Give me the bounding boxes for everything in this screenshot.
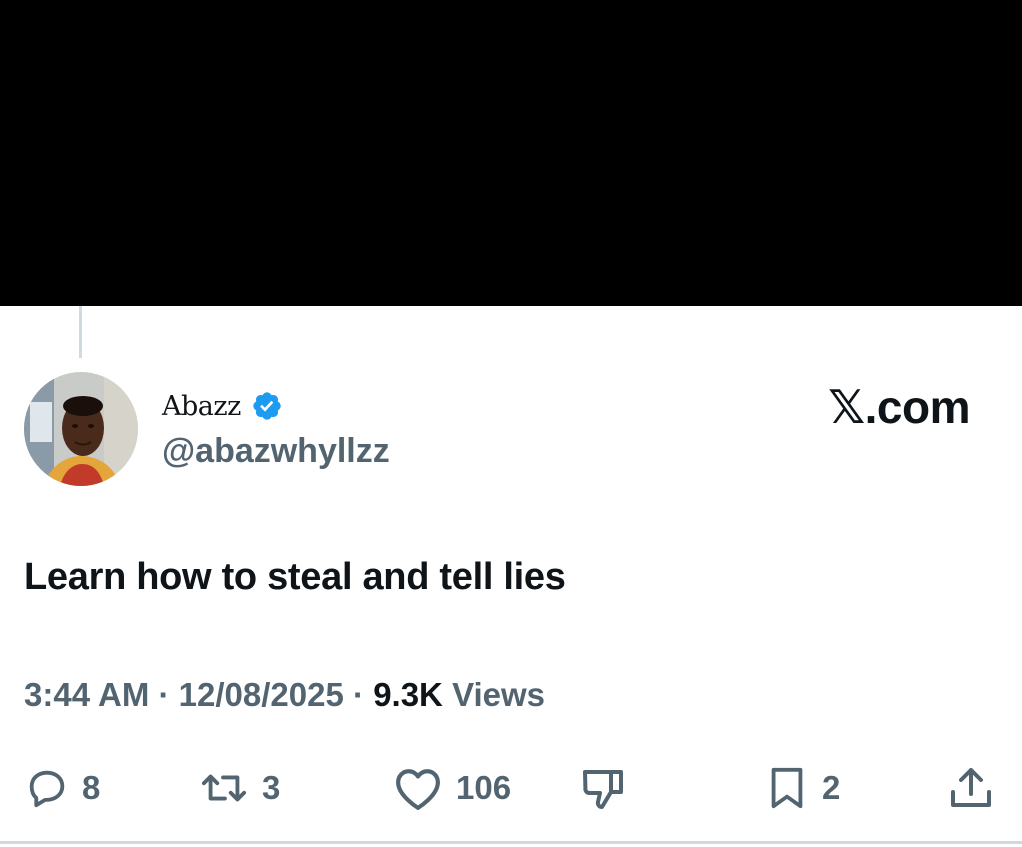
tweet-time[interactable]: 3:44 AM — [24, 676, 149, 713]
share-icon — [951, 768, 991, 807]
black-banner — [0, 0, 1022, 306]
dislike-button[interactable] — [578, 760, 628, 816]
share-button[interactable] — [946, 760, 996, 816]
author-name-row[interactable]: Abazz — [162, 388, 283, 424]
tweet-meta: 3:44 AM · 12/08/2025 · 9.3K Views — [24, 676, 545, 714]
repost-icon — [201, 774, 247, 802]
thumbs-down-icon — [583, 770, 623, 809]
views-count: 9.3K — [373, 676, 443, 713]
reply-icon — [29, 770, 65, 808]
bookmark-button[interactable]: 2 — [764, 760, 840, 816]
author-handle[interactable]: @abazwhyllzz — [162, 432, 390, 471]
bookmark-icon — [771, 767, 803, 809]
reply-count: 8 — [82, 769, 101, 806]
like-button[interactable]: 106 — [392, 760, 511, 816]
x-brand-logo: 𝕏.com — [828, 381, 970, 433]
tweet-actions-bar: 8 3 106 2 — [0, 760, 1022, 816]
tweet-text: Learn how to steal and tell lies — [24, 556, 566, 598]
meta-separator: · — [353, 676, 365, 713]
reply-button[interactable]: 8 — [24, 760, 100, 816]
meta-separator: · — [158, 676, 170, 713]
verified-badge-icon — [253, 392, 281, 420]
heart-icon — [396, 769, 440, 810]
bookmark-count: 2 — [822, 769, 841, 806]
tweet-date[interactable]: 12/08/2025 — [179, 676, 344, 713]
bottom-divider — [0, 841, 1022, 844]
repost-count: 3 — [262, 769, 281, 806]
like-count: 106 — [456, 769, 512, 806]
avatar-photo — [24, 372, 138, 486]
repost-button[interactable]: 3 — [198, 760, 280, 816]
thread-connector-line — [79, 306, 82, 358]
avatar[interactable] — [24, 372, 138, 486]
display-name[interactable]: Abazz — [162, 391, 241, 422]
views-label: Views — [452, 676, 546, 713]
